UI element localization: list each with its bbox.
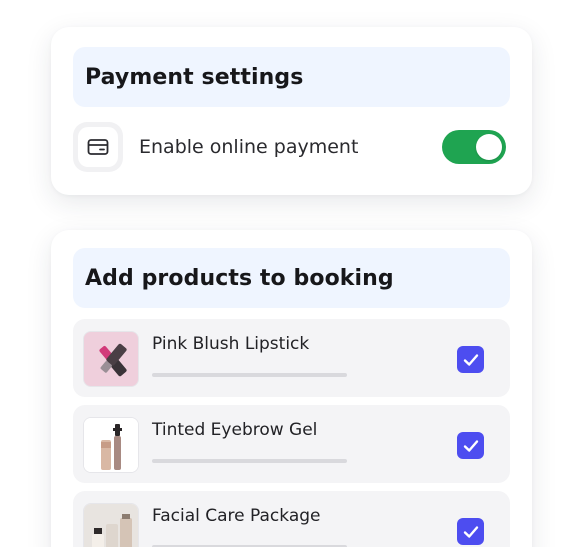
enable-online-payment-toggle[interactable] [442, 130, 506, 164]
payment-settings-header: Payment settings [73, 47, 510, 107]
add-products-header: Add products to booking [73, 248, 510, 308]
toggle-knob [476, 134, 502, 160]
product-name: Facial Care Package [152, 506, 321, 526]
payment-settings-card: Payment settings Enable online payment [51, 27, 532, 195]
product-row-pink-blush-lipstick[interactable]: Pink Blush Lipstick [73, 319, 510, 397]
page: Payment settings Enable online payment A… [0, 0, 583, 547]
product-placeholder-bar [152, 373, 347, 377]
credit-card-icon [87, 139, 109, 155]
check-icon [463, 439, 478, 452]
product-name: Pink Blush Lipstick [152, 334, 310, 354]
product-checkbox[interactable] [457, 432, 484, 459]
check-icon [463, 353, 478, 366]
facial-care-image [83, 503, 139, 547]
lipstick-image [83, 331, 139, 387]
product-row-tinted-eyebrow-gel[interactable]: Tinted Eyebrow Gel [73, 405, 510, 483]
credit-card-icon-box [73, 122, 123, 172]
product-placeholder-bar [152, 459, 347, 463]
product-checkbox[interactable] [457, 518, 484, 545]
add-products-card: Add products to booking Pink Blush Lipst… [51, 230, 532, 547]
add-products-title: Add products to booking [85, 265, 394, 291]
check-icon [463, 525, 478, 538]
product-checkbox[interactable] [457, 346, 484, 373]
payment-settings-title: Payment settings [85, 64, 304, 90]
enable-online-payment-label: Enable online payment [139, 136, 359, 158]
product-name: Tinted Eyebrow Gel [152, 420, 318, 440]
enable-online-payment-row: Enable online payment [73, 119, 506, 175]
eyebrow-gel-image [83, 417, 139, 473]
product-row-facial-care-package[interactable]: Facial Care Package [73, 491, 510, 547]
